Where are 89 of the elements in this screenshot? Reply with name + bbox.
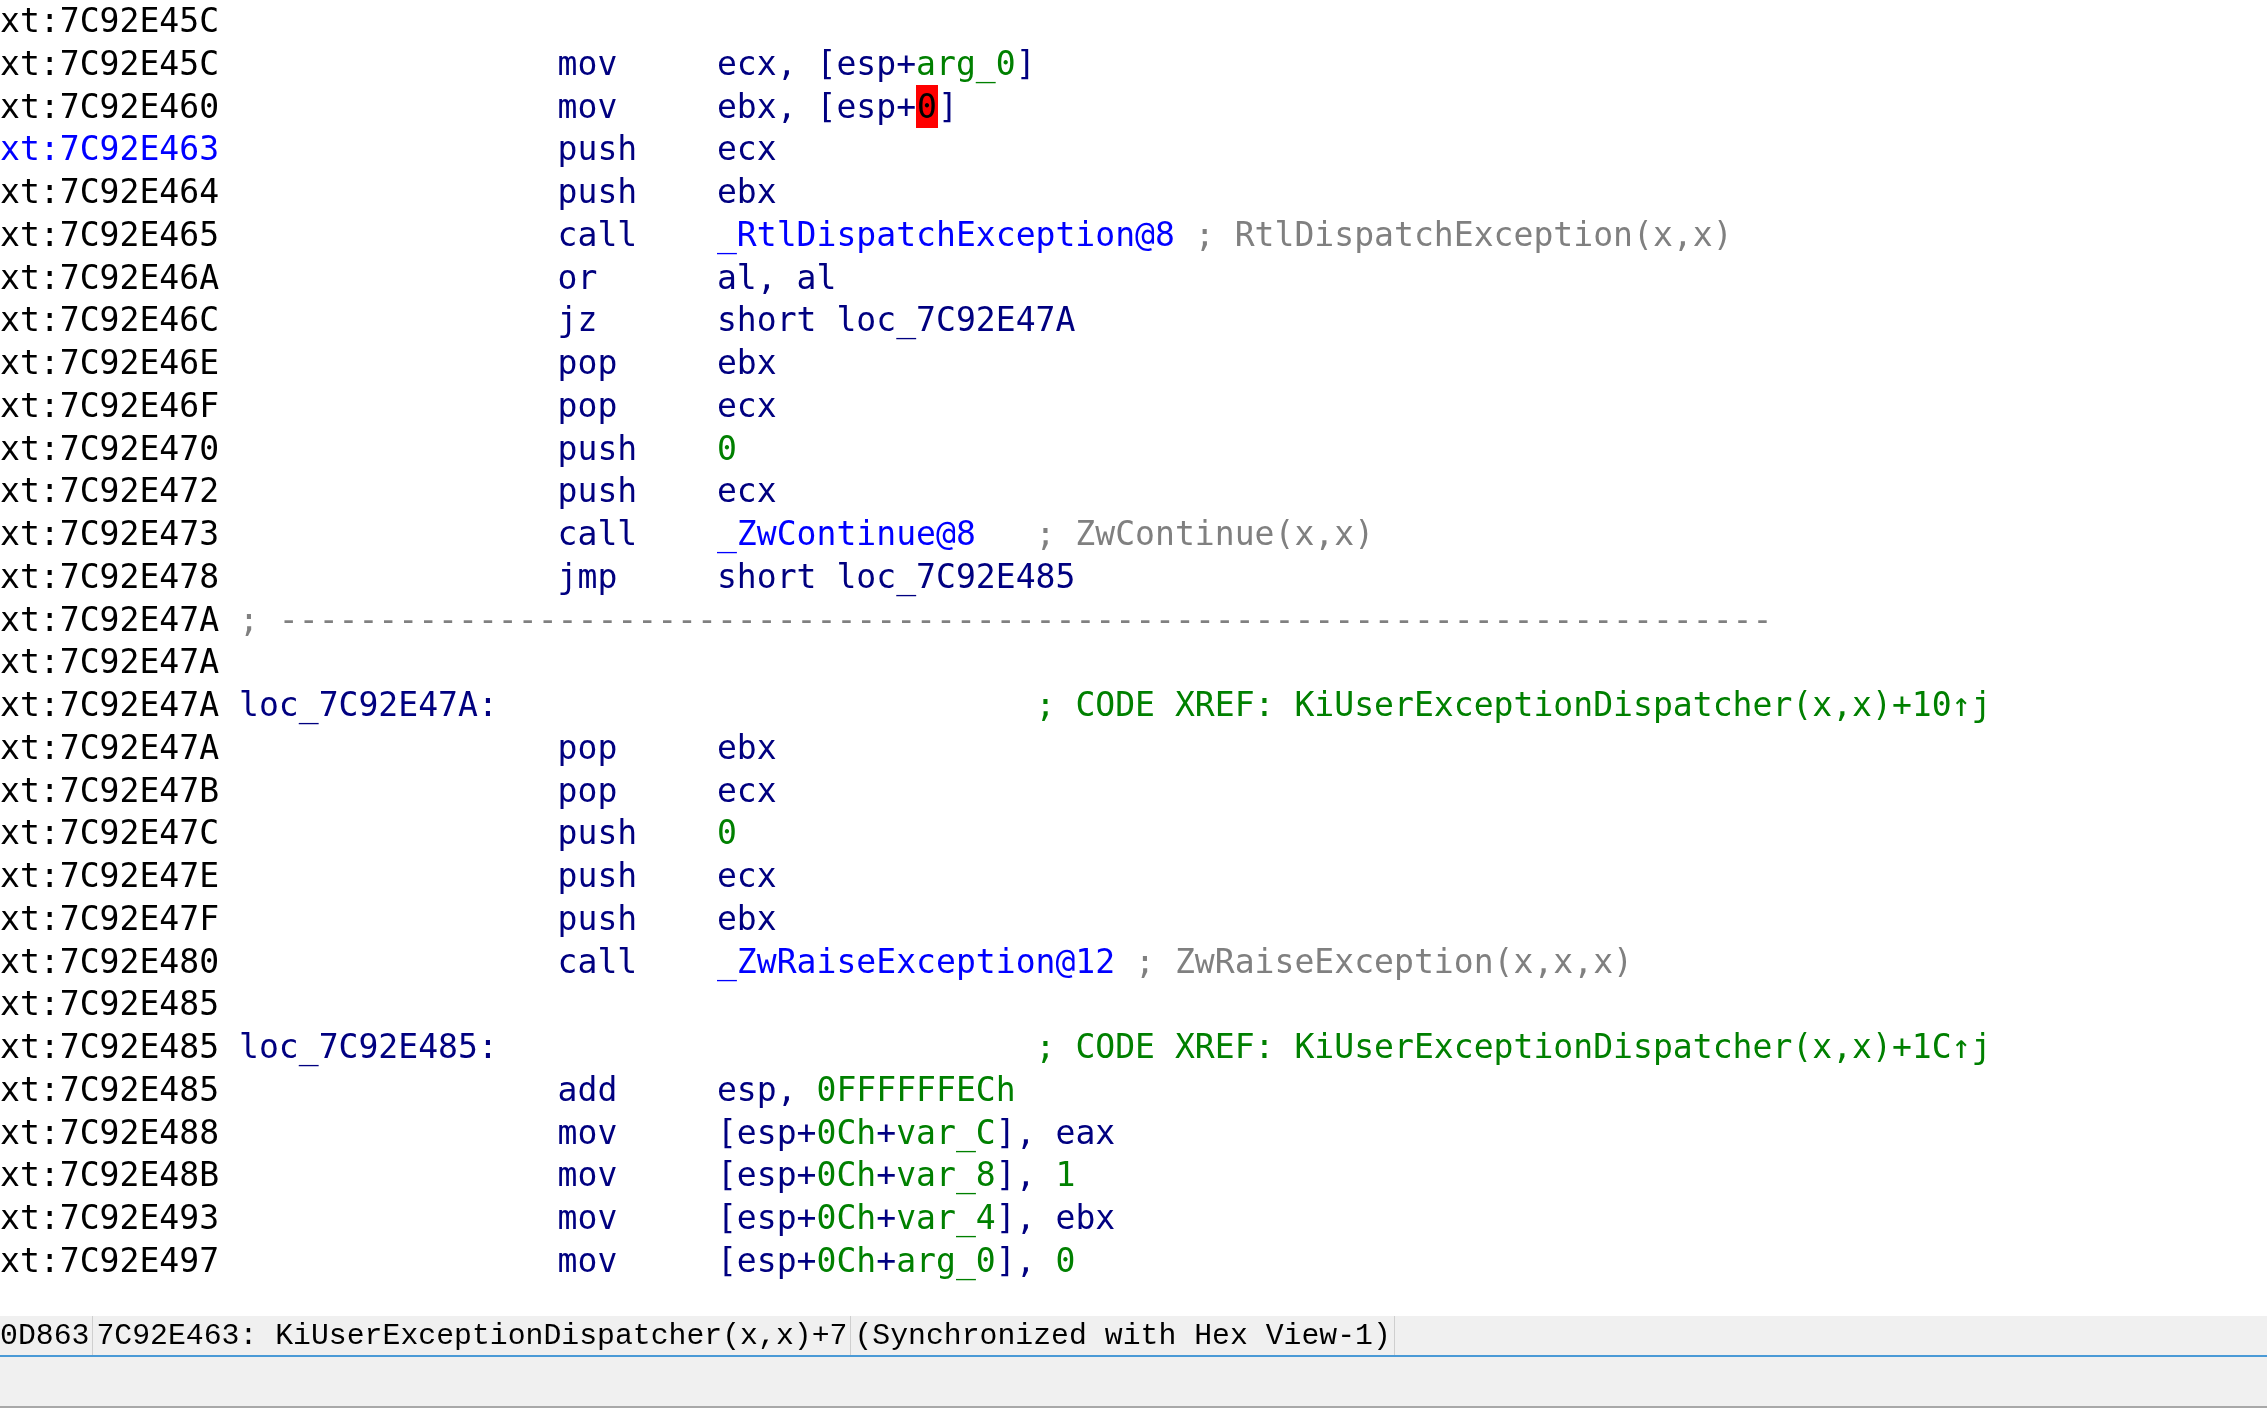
- instruction-mnemonic: call: [557, 214, 638, 254]
- line-address: xt:7C92E46E: [0, 343, 220, 382]
- instruction-operands: _ZwContinue@8: [716, 514, 976, 553]
- instruction-operands: ebx: [716, 172, 777, 211]
- instruction-operands: al, al: [716, 257, 837, 297]
- line-address: xt:7C92E460: [0, 86, 220, 126]
- instruction-mnemonic: pop: [557, 385, 618, 425]
- instruction-operands: ecx: [716, 856, 777, 895]
- instruction-operands: short loc_7C92E485: [716, 556, 1076, 596]
- instruction-mnemonic: mov: [557, 86, 618, 126]
- instruction-mnemonic: jz: [557, 300, 598, 340]
- instruction-operands: ebx: [716, 898, 777, 938]
- line-address: xt:7C92E48B: [0, 1155, 220, 1195]
- line-address: xt:7C92E46C: [0, 300, 220, 340]
- line-address: xt:7C92E46F: [0, 385, 220, 425]
- instruction-mnemonic: mov: [557, 1198, 618, 1237]
- instruction-mnemonic: mov: [557, 1240, 618, 1280]
- line-address: xt:7C92E485: [0, 1027, 220, 1066]
- instruction-mnemonic: push: [557, 813, 638, 853]
- line-address: xt:7C92E470: [0, 428, 220, 468]
- instruction-mnemonic: call: [557, 941, 638, 981]
- status-sync-info: (Synchronized with Hex View-1): [851, 1316, 1395, 1355]
- line-address: xt:7C92E47A: [0, 727, 220, 767]
- line-address: xt:7C92E463: [0, 129, 220, 169]
- instruction-mnemonic: mov: [557, 1112, 618, 1152]
- line-address: xt:7C92E485: [0, 984, 220, 1024]
- instruction-operands: esp, 0FFFFFFECh: [716, 1069, 1016, 1109]
- line-address: xt:7C92E493: [0, 1198, 220, 1237]
- line-address: xt:7C92E45C: [0, 43, 220, 83]
- instruction-operands: ecx: [716, 385, 777, 425]
- line-address: xt:7C92E464: [0, 172, 220, 211]
- code-comment: ; CODE XREF: KiUserExceptionDispatcher(x,x)+10↑j: [1035, 685, 1992, 724]
- instruction-mnemonic: push: [557, 129, 638, 169]
- line-address: xt:7C92E47F: [0, 898, 220, 938]
- line-address: xt:7C92E47A: [0, 685, 220, 724]
- line-address: xt:7C92E47A: [0, 642, 220, 682]
- instruction-operands: short loc_7C92E47A: [716, 300, 1076, 340]
- instruction-mnemonic: mov: [557, 43, 618, 83]
- instruction-mnemonic: pop: [557, 770, 618, 810]
- line-address: xt:7C92E478: [0, 556, 220, 596]
- instruction-operands: ecx: [716, 471, 777, 511]
- instruction-operands: [esp+0Ch+var_4], ebx: [716, 1198, 1116, 1237]
- instruction-operands: ebx: [716, 343, 777, 382]
- status-location: 7C92E463: KiUserExceptionDispatcher(x,x)+7: [93, 1316, 852, 1355]
- line-address: xt:7C92E465: [0, 214, 220, 254]
- line-address: xt:7C92E47B: [0, 770, 220, 810]
- instruction-mnemonic: jmp: [557, 556, 618, 596]
- line-address: xt:7C92E485: [0, 1069, 220, 1109]
- instruction-operands: ebx, [esp+0]: [716, 84, 958, 128]
- instruction-mnemonic: pop: [557, 343, 618, 382]
- line-address: xt:7C92E45C: [0, 1, 220, 40]
- line-address: xt:7C92E472: [0, 471, 220, 511]
- instruction-operands: ebx: [716, 727, 777, 767]
- instruction-operands: _ZwRaiseException@12: [716, 941, 1116, 981]
- instruction-operands: [esp+0Ch+var_C], eax: [716, 1112, 1116, 1152]
- instruction-mnemonic: or: [557, 257, 598, 297]
- separator-comment: ; ---------------------------------------------------------------------------: [238, 598, 1773, 641]
- line-address: xt:7C92E46A: [0, 257, 220, 297]
- code-comment: ; RtlDispatchException(x,x): [1194, 214, 1733, 254]
- instruction-operands: ecx: [716, 129, 777, 169]
- line-address: xt:7C92E480: [0, 941, 220, 981]
- instruction-mnemonic: push: [557, 856, 638, 895]
- instruction-operands: ecx: [716, 770, 777, 810]
- instruction-operands: [esp+0Ch+arg_0], 0: [716, 1240, 1076, 1280]
- instruction-mnemonic: pop: [557, 727, 618, 767]
- code-comment: ; ZwContinue(x,x): [1035, 514, 1375, 553]
- instruction-operands: 0: [716, 813, 737, 853]
- code-comment: ; CODE XREF: KiUserExceptionDispatcher(x,x)+1C↑j: [1035, 1027, 1992, 1066]
- instruction-operands: 0: [716, 428, 737, 468]
- instruction-operands: [esp+0Ch+var_8], 1: [716, 1155, 1076, 1195]
- instruction-mnemonic: call: [557, 514, 638, 553]
- instruction-mnemonic: add: [557, 1069, 618, 1109]
- code-comment: ; ZwRaiseException(x,x,x): [1135, 941, 1633, 981]
- line-address: xt:7C92E497: [0, 1240, 220, 1280]
- instruction-mnemonic: mov: [557, 1155, 618, 1195]
- code-label: loc_7C92E485:: [238, 1027, 498, 1066]
- line-address: xt:7C92E488: [0, 1112, 220, 1152]
- instruction-mnemonic: push: [557, 471, 638, 511]
- line-address: xt:7C92E47C: [0, 813, 220, 853]
- line-address: xt:7C92E47A: [0, 599, 220, 639]
- line-address: xt:7C92E47E: [0, 856, 220, 895]
- line-address: xt:7C92E473: [0, 514, 220, 553]
- instruction-mnemonic: push: [557, 428, 638, 468]
- code-label: loc_7C92E47A:: [238, 685, 498, 724]
- instruction-operands: ecx, [esp+arg_0]: [716, 43, 1036, 83]
- instruction-operands: _RtlDispatchException@8: [716, 214, 1175, 254]
- status-offset: 0D863: [0, 1316, 94, 1355]
- instruction-mnemonic: push: [557, 898, 638, 938]
- instruction-mnemonic: push: [557, 172, 638, 211]
